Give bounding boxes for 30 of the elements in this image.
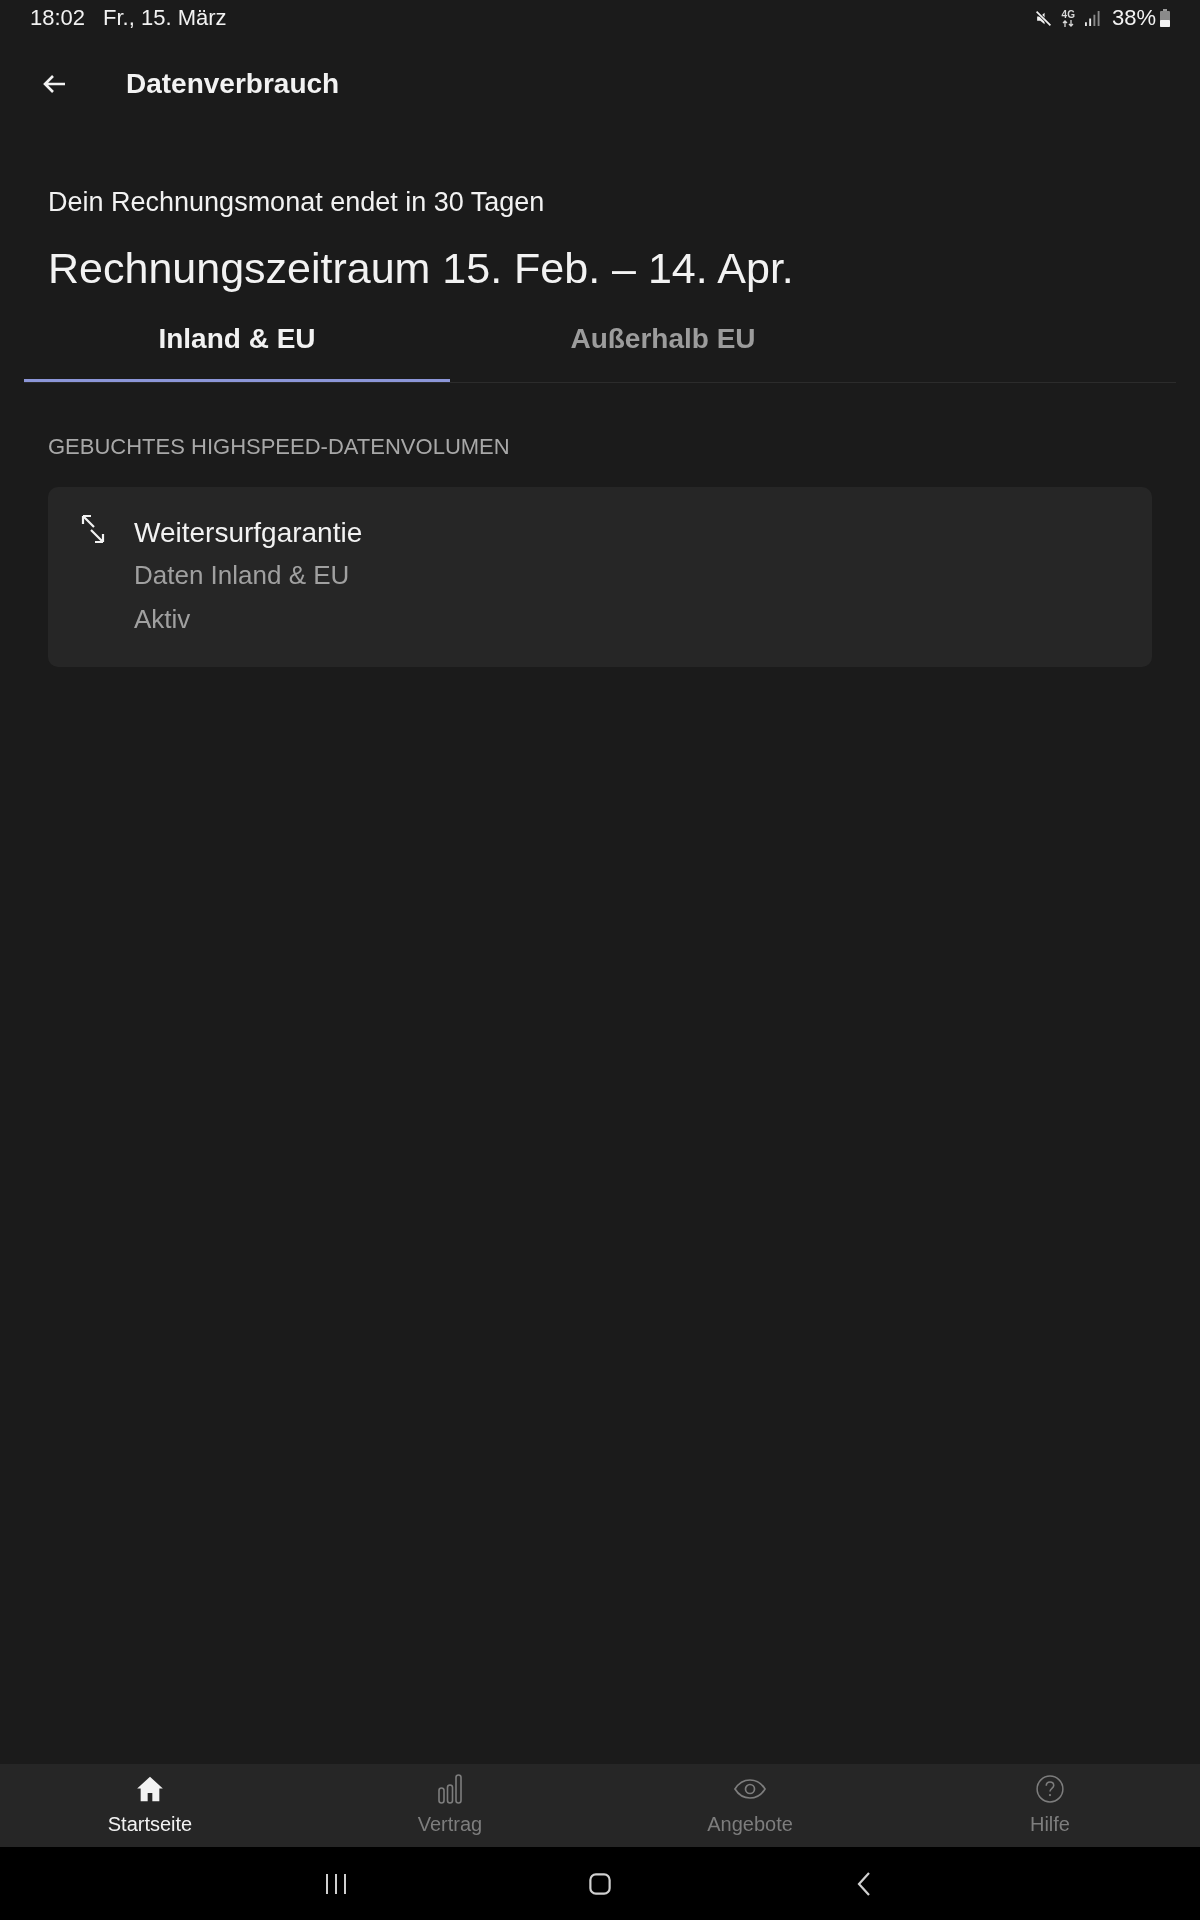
nav-item[interactable]: Hilfe [900, 1764, 1200, 1847]
signal-icon [1084, 10, 1100, 26]
back-chevron-icon [857, 1871, 871, 1896]
option-status: Aktiv [134, 603, 191, 636]
nav-item[interactable]: Angebote [600, 1764, 900, 1847]
nav-item[interactable]: Startseite [0, 1764, 300, 1847]
battery-percent: 38% [1111, 5, 1156, 31]
nav-item[interactable]: Vertrag [300, 1764, 600, 1847]
screen-title: Datenverbrauch [126, 68, 340, 100]
mute-icon [1034, 9, 1052, 27]
status-time: 18:02 [30, 5, 86, 31]
battery-icon [1160, 9, 1170, 27]
network-type-label: 4G [1061, 9, 1075, 20]
billing-period-title: Rechnungszeitraum 15. Feb. – 14. Apr. [48, 243, 795, 294]
section-heading: GEBUCHTES HIGHSPEED-DATENVOLUMEN [48, 433, 511, 461]
home-icon [136, 1774, 164, 1804]
data-option-card[interactable]: Weitersurfgarantie Daten Inland & EU Aktiv [48, 487, 1152, 667]
diagonal-arrows-icon [80, 513, 106, 545]
back-arrow-icon [42, 74, 66, 94]
status-date: Fr., 15. März [103, 5, 227, 31]
option-subtitle: Daten Inland & EU [134, 559, 350, 592]
billing-notice: Dein Rechnungsmonat endet in 30 Tagen [48, 186, 546, 219]
data-arrows-icon [1062, 19, 1075, 27]
tab[interactable]: Außerhalb EU [450, 296, 876, 382]
help-icon [1036, 1774, 1064, 1804]
recent-apps-icon [325, 1872, 347, 1895]
tab[interactable]: Inland & EU [24, 296, 450, 382]
option-title: Weitersurfgarantie [134, 516, 363, 550]
bar-chart-icon [436, 1774, 464, 1804]
home-square-icon [589, 1872, 611, 1895]
